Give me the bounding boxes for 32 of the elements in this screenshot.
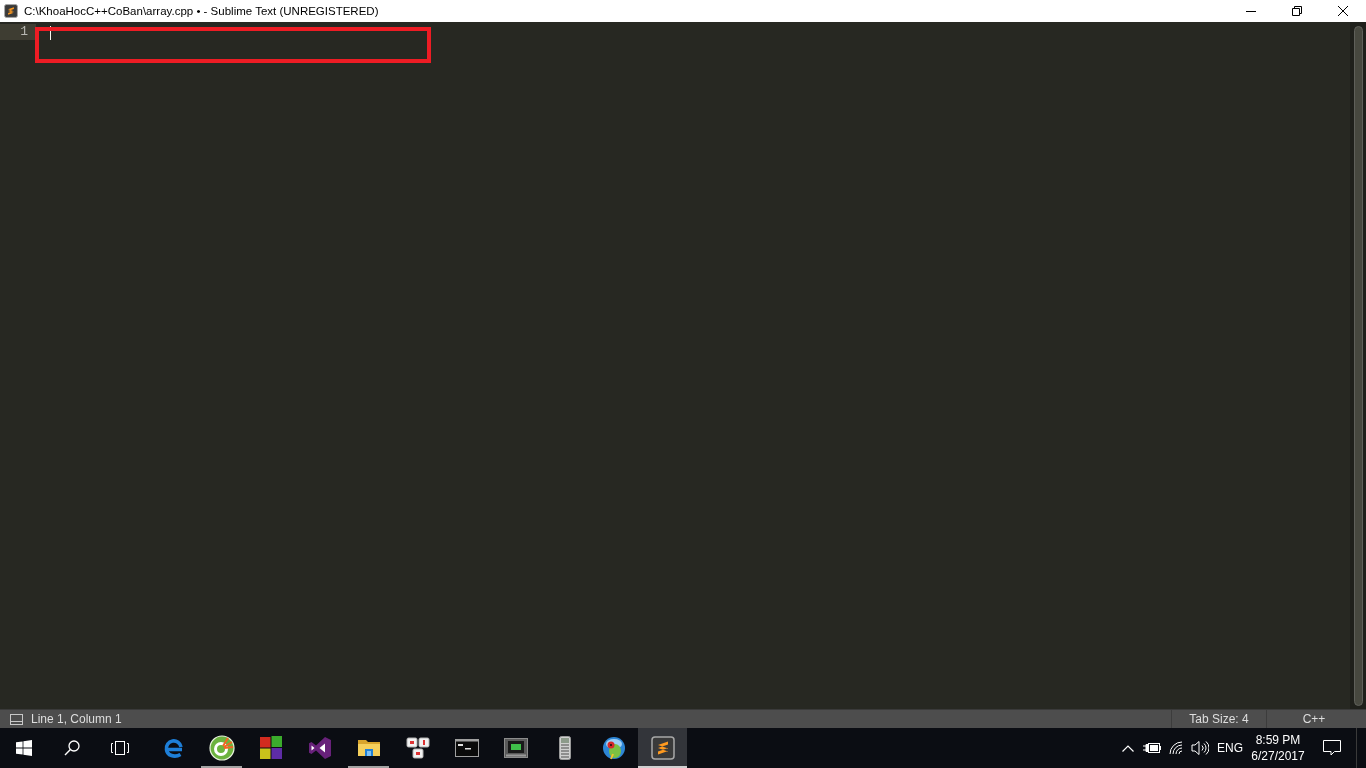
caret-up-icon[interactable] [1122, 744, 1134, 752]
battery-charging-icon[interactable] [1143, 742, 1161, 754]
clock-date[interactable]: 6/27/2017 [1251, 748, 1305, 764]
speech-bubble-icon[interactable] [1323, 740, 1341, 756]
app-icon[interactable] [4, 4, 18, 18]
scrollbar-thumb[interactable] [1353, 26, 1363, 706]
ribbon-logo-icon[interactable] [307, 736, 332, 760]
language-indicator[interactable]: ENG [1212, 728, 1248, 768]
speaker-icon[interactable] [1191, 740, 1209, 756]
editor-logo-icon[interactable] [650, 736, 675, 760]
folder-icon[interactable] [356, 738, 381, 758]
four-squares-icon[interactable] [258, 736, 283, 760]
task-view-icon[interactable] [110, 741, 130, 755]
text-cursor [50, 26, 51, 40]
search-icon[interactable] [64, 740, 80, 756]
keycaps-icon[interactable] [405, 737, 430, 759]
taskbar-app-button[interactable] [638, 728, 687, 768]
close-icon[interactable] [1338, 6, 1348, 16]
start-icon[interactable] [16, 740, 32, 756]
panel-icon[interactable] [10, 713, 23, 725]
window-title: C:\KhoaHocC++CoBan\array.cpp • - Sublime Text (UNREGISTERED) [24, 5, 380, 17]
scrollbar-track[interactable] [1350, 22, 1366, 709]
ring-with-rays-icon[interactable] [208, 735, 235, 761]
clock-time[interactable]: 8:59 PM [1255, 732, 1301, 748]
cursor-position: Line 1, Column 1 [31, 712, 123, 726]
console-window-icon[interactable] [454, 739, 479, 757]
calculator-icon[interactable] [558, 736, 571, 760]
wifi-icon[interactable] [1169, 741, 1183, 755]
terminal-window-icon[interactable] [503, 738, 528, 758]
restore-icon[interactable] [1292, 6, 1302, 16]
parrot-icon[interactable] [601, 736, 626, 760]
line-number: 1 [0, 24, 36, 40]
